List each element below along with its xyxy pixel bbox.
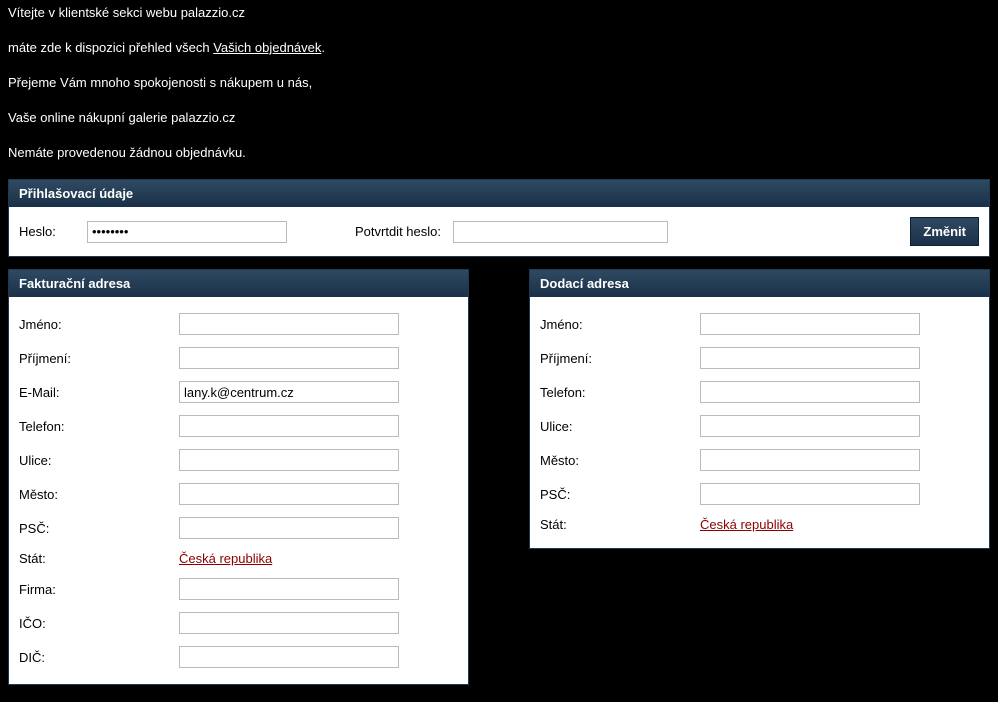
shipping-mesto-input[interactable]: [700, 449, 920, 471]
billing-telefon-input[interactable]: [179, 415, 399, 437]
change-button[interactable]: Změnit: [910, 217, 979, 246]
shipping-psc-label: PSČ:: [540, 487, 700, 502]
billing-stat-label: Stát:: [19, 551, 179, 566]
intro-line1: Vítejte v klientské sekci webu palazzio.…: [8, 5, 990, 22]
orders-link[interactable]: Vašich objednávek: [213, 40, 321, 55]
intro-text: Vítejte v klientské sekci webu palazzio.…: [8, 5, 990, 161]
billing-ulice-label: Ulice:: [19, 453, 179, 468]
shipping-psc-input[interactable]: [700, 483, 920, 505]
intro-line5: Nemáte provedenou žádnou objednávku.: [8, 145, 990, 162]
login-panel: Přihlašovací údaje Heslo: Potvrtdit hesl…: [8, 179, 990, 257]
billing-ico-input[interactable]: [179, 612, 399, 634]
billing-jmeno-input[interactable]: [179, 313, 399, 335]
billing-panel: Fakturační adresa Jméno: Příjmení: E-Mai…: [8, 269, 469, 685]
billing-psc-input[interactable]: [179, 517, 399, 539]
billing-ico-label: IČO:: [19, 616, 179, 631]
billing-mesto-input[interactable]: [179, 483, 399, 505]
billing-prijmeni-label: Příjmení:: [19, 351, 179, 366]
intro-line2: máte zde k dispozici přehled všech Vašic…: [8, 40, 990, 57]
billing-dic-input[interactable]: [179, 646, 399, 668]
shipping-stat-label: Stát:: [540, 517, 700, 532]
billing-email-label: E-Mail:: [19, 385, 179, 400]
shipping-header: Dodací adresa: [530, 270, 989, 297]
shipping-panel: Dodací adresa Jméno: Příjmení: Telefon: …: [529, 269, 990, 549]
billing-email-input[interactable]: [179, 381, 399, 403]
billing-firma-input[interactable]: [179, 578, 399, 600]
confirm-password-input[interactable]: [453, 221, 668, 243]
login-header: Přihlašovací údaje: [9, 180, 989, 207]
intro-line4: Vaše online nákupní galerie palazzio.cz: [8, 110, 990, 127]
confirm-password-label: Potvrtdit heslo:: [355, 224, 445, 239]
shipping-ulice-input[interactable]: [700, 415, 920, 437]
shipping-telefon-input[interactable]: [700, 381, 920, 403]
shipping-ulice-label: Ulice:: [540, 419, 700, 434]
billing-jmeno-label: Jméno:: [19, 317, 179, 332]
shipping-telefon-label: Telefon:: [540, 385, 700, 400]
shipping-jmeno-label: Jméno:: [540, 317, 700, 332]
shipping-prijmeni-input[interactable]: [700, 347, 920, 369]
billing-telefon-label: Telefon:: [19, 419, 179, 434]
billing-dic-label: DIČ:: [19, 650, 179, 665]
billing-psc-label: PSČ:: [19, 521, 179, 536]
shipping-stat-link[interactable]: Česká republika: [700, 517, 793, 532]
shipping-prijmeni-label: Příjmení:: [540, 351, 700, 366]
billing-prijmeni-input[interactable]: [179, 347, 399, 369]
password-label: Heslo:: [19, 224, 79, 239]
shipping-mesto-label: Město:: [540, 453, 700, 468]
billing-header: Fakturační adresa: [9, 270, 468, 297]
shipping-jmeno-input[interactable]: [700, 313, 920, 335]
billing-ulice-input[interactable]: [179, 449, 399, 471]
password-input[interactable]: [87, 221, 287, 243]
billing-stat-link[interactable]: Česká republika: [179, 551, 272, 566]
billing-firma-label: Firma:: [19, 582, 179, 597]
billing-mesto-label: Město:: [19, 487, 179, 502]
intro-line3: Přejeme Vám mnoho spokojenosti s nákupem…: [8, 75, 990, 92]
